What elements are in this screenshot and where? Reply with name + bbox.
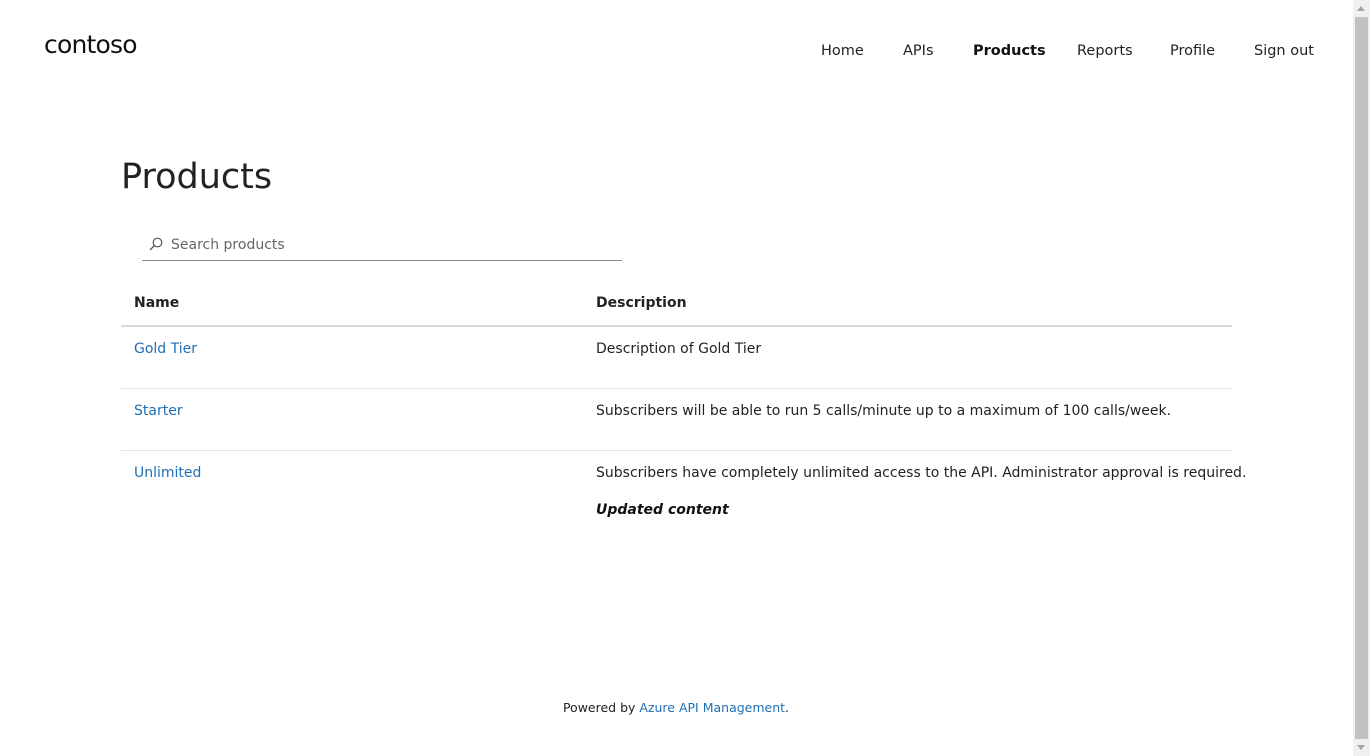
- nav-sign-out[interactable]: Sign out: [1254, 43, 1314, 59]
- page-title: Products: [121, 157, 273, 197]
- product-description: Subscribers have completely unlimited ac…: [596, 465, 1247, 481]
- search-input[interactable]: [171, 233, 611, 257]
- scroll-up-icon[interactable]: [1357, 6, 1365, 11]
- search-icon: [149, 237, 163, 251]
- logo[interactable]: contoso: [44, 30, 138, 59]
- table-row: Gold Tier Description of Gold Tier: [121, 327, 1232, 389]
- footer-suffix: .: [785, 700, 790, 715]
- table-row: Starter Subscribers will be able to run …: [121, 389, 1232, 451]
- nav-apis[interactable]: APIs: [903, 43, 934, 59]
- table-header: Name Description: [121, 286, 1232, 327]
- nav-products[interactable]: Products: [973, 43, 1046, 59]
- footer-prefix: Powered by: [562, 700, 640, 715]
- scrollbar-thumb[interactable]: [1355, 17, 1368, 739]
- scrollbar[interactable]: [1353, 0, 1370, 756]
- column-header-description: Description: [596, 295, 687, 311]
- search-box: [142, 229, 622, 261]
- page: contoso Home APIs Products Reports Profi…: [0, 0, 1370, 756]
- nav-reports[interactable]: Reports: [1077, 43, 1133, 59]
- scroll-down-icon[interactable]: [1357, 745, 1365, 750]
- product-extra-note: Updated content: [596, 502, 729, 518]
- product-description: Subscribers will be able to run 5 calls/…: [596, 403, 1172, 419]
- footer: Powered by Azure API Management.: [0, 700, 1352, 715]
- product-link[interactable]: Unlimited: [134, 465, 201, 481]
- product-link[interactable]: Starter: [134, 403, 183, 419]
- product-description: Description of Gold Tier: [596, 341, 762, 357]
- column-header-name: Name: [134, 295, 180, 311]
- products-table: Name Description Gold Tier Description o…: [121, 286, 1246, 541]
- nav-home[interactable]: Home: [821, 43, 864, 59]
- nav-profile[interactable]: Profile: [1170, 43, 1215, 59]
- footer-link[interactable]: Azure API Management: [639, 700, 785, 715]
- table-row: Unlimited Subscribers have completely un…: [121, 451, 1246, 541]
- product-link[interactable]: Gold Tier: [134, 341, 197, 357]
